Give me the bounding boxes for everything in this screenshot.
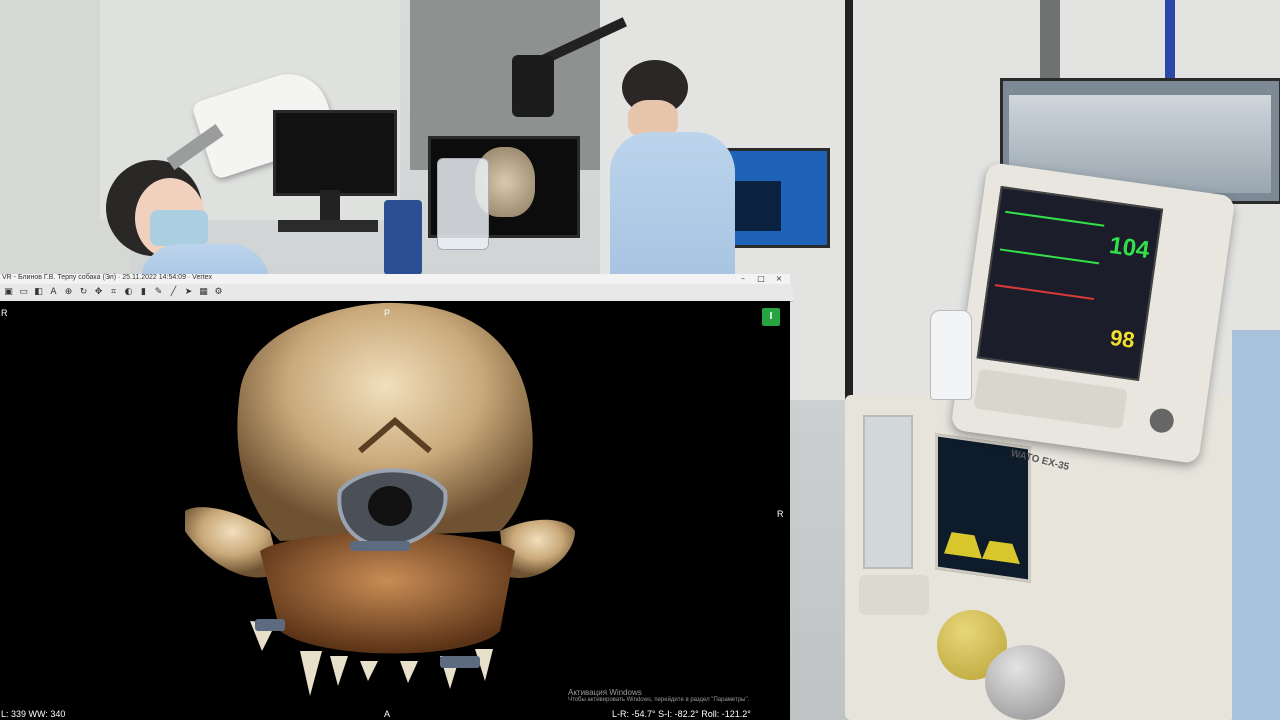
patient-monitor: 104 98	[950, 161, 1236, 465]
knob-row	[859, 575, 929, 615]
orientation-right: R	[777, 509, 784, 519]
pen-icon[interactable]: ✎	[153, 287, 164, 298]
iv-pole	[845, 0, 853, 420]
vaporizer-silver	[985, 645, 1065, 720]
maximize-button[interactable]: □	[752, 274, 770, 284]
text-icon[interactable]: A	[48, 287, 59, 298]
blue-drape	[1232, 330, 1280, 720]
orientation-bottom: A	[384, 709, 391, 719]
vent-waveform	[944, 522, 1020, 565]
grid-icon[interactable]: ▦	[198, 287, 209, 298]
rotation-readout: L-R: -54.7° S-I: -82.2° Roll: -121.2°	[612, 709, 751, 719]
window-level-readout: L: 339 WW: 340	[1, 709, 66, 719]
viewer-title: VR - Блинов Г.В. Терпу собака (Эл) · 25.…	[2, 274, 213, 281]
keyboard	[278, 220, 378, 232]
orientation-left: R	[1, 308, 8, 318]
layout-icon[interactable]: ▭	[18, 287, 29, 298]
skull-3d-render	[185, 302, 575, 696]
patient-mask	[150, 210, 208, 246]
viewer-toolbar: ▣ ▭ ◧ A ⊕ ↻ ✥ ⌗ ◐ ▮ ✎ ╱ ➤ ▦ ⚙	[0, 284, 793, 302]
pan-icon[interactable]: ✥	[93, 287, 104, 298]
camera-icon	[512, 55, 554, 117]
windows-activation-watermark: Активация Windows Чтобы активировать Win…	[568, 688, 749, 703]
iv-bag	[437, 158, 489, 250]
viewer-status-badge[interactable]: I	[762, 308, 780, 326]
sanitizer-bottle	[930, 310, 972, 400]
contrast-icon[interactable]: ◐	[123, 287, 134, 298]
annotate-icon[interactable]: ◧	[33, 287, 44, 298]
ecg-wave-3	[994, 284, 1095, 300]
line-icon[interactable]: ╱	[168, 287, 179, 298]
activation-title: Активация Windows	[568, 688, 642, 697]
spo2-value: 98	[1108, 324, 1137, 353]
minimize-button[interactable]: –	[734, 274, 752, 284]
room-monitor-black	[273, 110, 397, 196]
monitor-knob	[1148, 407, 1176, 435]
zoom-icon[interactable]: ⊕	[63, 287, 74, 298]
ecg-wave-2	[999, 248, 1100, 265]
room-monitor-blue	[720, 148, 830, 248]
foramen-hole	[368, 486, 412, 526]
heart-rate-value: 104	[1107, 231, 1152, 265]
viewer-window[interactable]: VR - Блинов Г.В. Терпу собака (Эл) · 25.…	[0, 274, 793, 720]
settings-icon[interactable]: ⚙	[213, 287, 224, 298]
monitor-stand	[320, 190, 340, 220]
activation-subtitle: Чтобы активировать Windows, перейдите в …	[568, 697, 750, 703]
close-button[interactable]: ×	[770, 274, 788, 284]
surgeon-gown	[610, 132, 735, 277]
save-icon[interactable]: ▣	[3, 287, 14, 298]
viewer-titlebar[interactable]: VR - Блинов Г.В. Терпу собака (Эл) · 25.…	[0, 274, 790, 284]
monitor-keypad	[973, 368, 1128, 430]
patient-monitor-screen: 104 98	[976, 185, 1164, 382]
orientation-top: P	[384, 308, 391, 318]
flowmeter-panel	[863, 415, 913, 569]
arrow-icon[interactable]: ➤	[183, 287, 194, 298]
volume-render-view[interactable]: P R R A I Активация Windows Чтобы активи…	[0, 301, 790, 720]
crop-icon[interactable]: ⌗	[108, 287, 119, 298]
ecg-wave-1	[1005, 210, 1105, 227]
blue-holder	[384, 200, 422, 275]
rotate-icon[interactable]: ↻	[78, 287, 89, 298]
measure-icon[interactable]: ▮	[138, 287, 149, 298]
blue-monitor-panel	[731, 181, 781, 231]
